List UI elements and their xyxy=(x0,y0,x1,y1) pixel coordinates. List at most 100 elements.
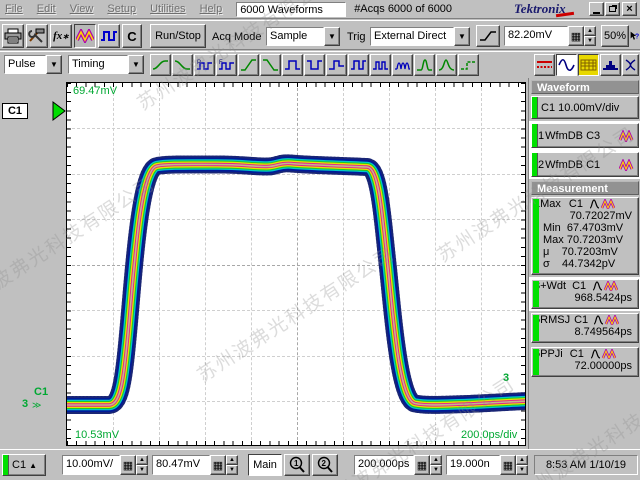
vertical-offset-keypad-button[interactable]: ▦ xyxy=(210,455,226,475)
measurement-rmsj[interactable]: 5 RMSJ C1 8.749564ps xyxy=(531,313,639,343)
meas-peak-button[interactable] xyxy=(414,54,435,76)
magnifier-2-icon: 2 xyxy=(316,456,334,474)
trig-level-value[interactable]: 82.20mV xyxy=(504,26,568,46)
pulse-category-arrow[interactable]: ▼ xyxy=(46,55,62,74)
channel-label: C1 xyxy=(9,459,29,471)
trig-level-keypad-button[interactable]: ▦ xyxy=(568,26,584,46)
meas-frequency-button[interactable]: F xyxy=(216,54,237,76)
measurement-width[interactable]: 3 +Wdt C1 968.5424ps xyxy=(531,279,639,309)
waveform-row-wfmdb-c1[interactable]: 2 WfmDB C1 xyxy=(531,152,639,177)
meas-period-button[interactable]: P xyxy=(194,54,215,76)
tools-button[interactable] xyxy=(26,24,48,48)
meas-step-button[interactable] xyxy=(458,54,479,76)
acq-mode-dropdown-arrow[interactable]: ▼ xyxy=(324,27,340,46)
meas-rise-button[interactable] xyxy=(150,54,171,76)
acq-mode-select[interactable]: Sample ▼ xyxy=(266,27,340,46)
step-icon xyxy=(460,58,477,72)
display-zoom-button[interactable]: 50% xyxy=(601,25,629,47)
menu-file[interactable]: File xyxy=(5,3,23,15)
trig-source-select[interactable]: External Direct ▼ xyxy=(370,27,470,46)
stat-value: 44.7342pV xyxy=(562,258,615,270)
horizontal-delay-value[interactable]: 19.000n xyxy=(446,455,500,475)
waveform-row-wfmdb-c3[interactable]: 1 WfmDB C3 xyxy=(531,123,639,148)
menu-help[interactable]: Help xyxy=(200,3,223,15)
horizontal-delay-keypad-button[interactable]: ▦ xyxy=(500,455,516,475)
trig-level-up[interactable]: ▲ xyxy=(584,26,596,36)
vertical-scale-spinner[interactable]: ▲ ▼ xyxy=(136,455,148,475)
vertical-offset-value[interactable]: 80.47mV xyxy=(152,455,210,475)
meas-falling-edge-button[interactable] xyxy=(260,54,281,76)
vertical-offset-control: 80.47mV ▦ ▲ ▼ xyxy=(152,455,238,475)
pulse-category-select[interactable]: Pulse ▼ xyxy=(4,55,62,74)
vertical-offset-spinner[interactable]: ▲ ▼ xyxy=(226,455,238,475)
sine-wave-icon xyxy=(558,58,575,72)
color-grade-display-button[interactable] xyxy=(578,54,599,76)
waveform-row-c1[interactable]: C1 10.00mV/div xyxy=(531,96,639,119)
menu-setup[interactable]: Setup xyxy=(107,3,136,15)
vertical-scale-keypad-button[interactable]: ▦ xyxy=(120,455,136,475)
channel-marker-arrow-icon xyxy=(52,101,66,121)
vertical-offset-up[interactable]: ▲ xyxy=(226,455,238,465)
trig-dropdown-arrow[interactable]: ▼ xyxy=(454,27,470,46)
graticule[interactable]: 69.47mV 10.53mV 200.0ps/div 3 xyxy=(66,82,526,446)
menu-edit[interactable]: Edit xyxy=(37,3,56,15)
horizontal-scale-spinner[interactable]: ▲ ▼ xyxy=(430,455,442,475)
histogram-display-button[interactable] xyxy=(600,54,621,76)
restore-button[interactable] xyxy=(605,2,620,16)
trig-level-spinner[interactable]: ▲ ▼ xyxy=(584,26,596,46)
run-stop-button[interactable]: Run/Stop xyxy=(150,24,206,48)
context-help-button[interactable]: ? xyxy=(630,25,640,47)
channel-position-marker[interactable]: C1 xyxy=(2,103,28,119)
waveform-db-icon xyxy=(76,29,94,43)
horizontal-scale-down[interactable]: ▼ xyxy=(430,465,442,475)
cursor-button[interactable]: C xyxy=(122,24,142,48)
cursors-display-button[interactable] xyxy=(534,54,555,76)
fx-button[interactable]: fx∗ xyxy=(50,24,72,48)
meas-duty-cycle-button[interactable] xyxy=(348,54,369,76)
vertical-scale-up[interactable]: ▲ xyxy=(136,455,148,465)
meas-fall-button[interactable] xyxy=(172,54,193,76)
vector-display-button[interactable] xyxy=(556,54,577,76)
histogram-icon xyxy=(602,58,619,72)
print-button[interactable] xyxy=(2,24,24,48)
timing-category-arrow[interactable]: ▼ xyxy=(128,55,144,74)
horizontal-scale-keypad-button[interactable]: ▦ xyxy=(414,455,430,475)
meas-pos-crossing-button[interactable] xyxy=(326,54,347,76)
horizontal-delay-spinner[interactable]: ▲ ▼ xyxy=(516,455,528,475)
zoom2-button[interactable]: 2 xyxy=(312,454,338,476)
waveform-db-icon xyxy=(619,130,635,142)
trig-label: Trig xyxy=(347,31,366,43)
horizontal-scale-control: 200.000ps ▦ ▲ ▼ xyxy=(354,455,442,475)
vertical-scale-down[interactable]: ▼ xyxy=(136,465,148,475)
vertical-offset-down[interactable]: ▼ xyxy=(226,465,238,475)
meas-rising-edge-button[interactable] xyxy=(238,54,259,76)
horizontal-delay-up[interactable]: ▲ xyxy=(516,455,528,465)
meas-burst-button[interactable] xyxy=(392,54,413,76)
horizontal-scale-up[interactable]: ▲ xyxy=(430,455,442,465)
meas-neg-width-button[interactable] xyxy=(304,54,325,76)
eye-diagram-button[interactable] xyxy=(622,54,639,76)
minimize-button[interactable] xyxy=(589,2,604,16)
channel-select-button[interactable]: C1 ▲ xyxy=(2,454,46,476)
meas-area-button[interactable] xyxy=(436,54,457,76)
menu-view[interactable]: View xyxy=(70,3,94,15)
zoom1-button[interactable]: 1 xyxy=(284,454,310,476)
trig-level-down[interactable]: ▼ xyxy=(584,36,596,46)
trig-slope-button[interactable] xyxy=(476,25,500,47)
meas-delay-button[interactable] xyxy=(370,54,391,76)
timing-category-select[interactable]: Timing ▼ xyxy=(68,55,144,74)
vertical-scale-value[interactable]: 10.00mV/ xyxy=(62,455,120,475)
pulse-display-button[interactable] xyxy=(98,24,120,48)
meas-pos-width-button[interactable] xyxy=(282,54,303,76)
menu-utilities[interactable]: Utilities xyxy=(150,3,185,15)
rise-time-icon xyxy=(152,58,169,72)
main-timebase-button[interactable]: Main xyxy=(248,454,282,476)
printer-icon xyxy=(4,28,22,44)
horizontal-delay-down[interactable]: ▼ xyxy=(516,465,528,475)
measurement-ppji[interactable]: 6 PPJi C1 72.00000ps xyxy=(531,347,639,377)
close-button[interactable]: × xyxy=(622,2,637,16)
measurement-max[interactable]: 1 Max C1 70.72027mV Min 67.4703mV Max 70… xyxy=(531,197,639,275)
horizontal-scale-value[interactable]: 200.000ps xyxy=(354,455,414,475)
frequency-icon: F xyxy=(218,58,235,72)
waveform-database-button[interactable] xyxy=(74,24,96,48)
